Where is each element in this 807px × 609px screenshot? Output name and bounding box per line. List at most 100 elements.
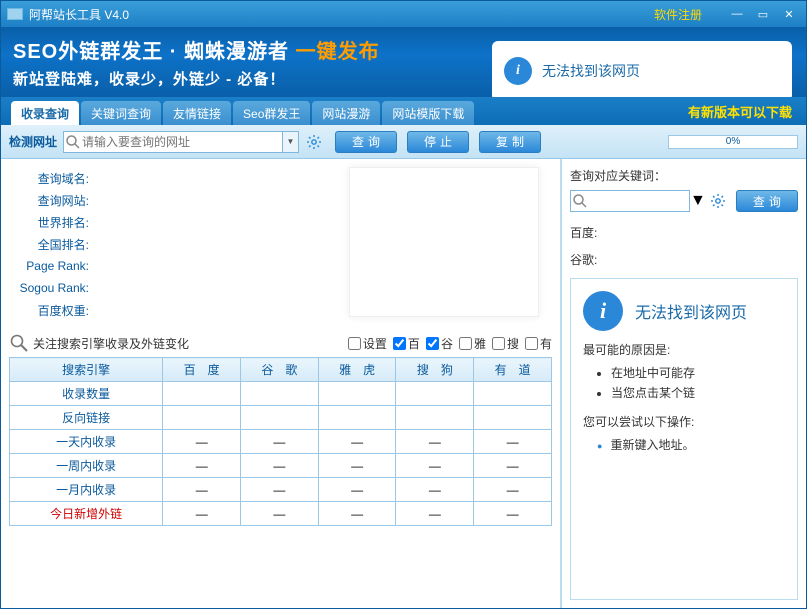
cell: — — [318, 478, 396, 502]
info-baidu-weight-label: 百度权重: — [9, 302, 89, 319]
right-pane: 查询对应关键词： ▼ 查询 百度: 谷歌: i — [561, 159, 806, 608]
table-row: 一天内收录————— — [10, 430, 552, 454]
try-item: 重新键入地址。 — [597, 436, 798, 453]
register-link[interactable]: 软件注册 — [654, 6, 702, 23]
opt-baidu[interactable]: 百 — [393, 335, 420, 352]
info-domain-label: 查询域名: — [9, 170, 89, 187]
info-icon: i — [504, 57, 532, 85]
progress-bar: 0% — [668, 135, 798, 149]
stop-button[interactable]: 停止 — [407, 131, 469, 153]
cell — [318, 382, 396, 406]
search-icon — [64, 133, 82, 151]
cell: — — [163, 502, 241, 526]
filter-text: 关注搜索引擎收录及外链变化 — [33, 335, 342, 352]
cell — [318, 406, 396, 430]
tab-index-query[interactable]: 收录查询 — [11, 101, 79, 125]
url-input-wrap — [63, 131, 283, 153]
copy-button[interactable]: 复制 — [479, 131, 541, 153]
cell: — — [241, 430, 319, 454]
cell — [163, 406, 241, 430]
banner-title: SEO外链群发王 · 蜘蛛漫游者 一键发布 — [13, 35, 380, 64]
cell: — — [474, 454, 552, 478]
minimize-button[interactable]: — — [726, 6, 748, 22]
cell: — — [163, 430, 241, 454]
table-header-row: 搜索引擎 百 度 谷 歌 雅 虎 搜 狗 有 道 — [10, 358, 552, 382]
results-table: 搜索引擎 百 度 谷 歌 雅 虎 搜 狗 有 道 收录数量反向链接一天内收录——… — [9, 357, 552, 526]
keyword-input[interactable] — [589, 191, 669, 211]
cell: — — [396, 454, 474, 478]
col-baidu: 百 度 — [163, 358, 241, 382]
cell: — — [163, 454, 241, 478]
table-row: 反向链接 — [10, 406, 552, 430]
reason-list: 在地址中可能存 当您点击某个链 — [611, 364, 798, 401]
cell — [241, 406, 319, 430]
url-label: 检测网址 — [9, 133, 57, 150]
tab-template-download[interactable]: 网站模版下载 — [382, 101, 474, 125]
tab-keyword-query[interactable]: 关键词查询 — [81, 101, 161, 125]
info-icon: i — [583, 291, 623, 331]
cell — [474, 382, 552, 406]
preview-box — [349, 167, 539, 317]
cell: — — [318, 430, 396, 454]
info-world-rank-label: 世界排名: — [9, 214, 89, 231]
keyword-query-button[interactable]: 查询 — [736, 190, 798, 212]
info-cn-rank-label: 全国排名: — [9, 236, 89, 253]
banner-title-b: 一键发布 — [296, 41, 380, 63]
cell — [396, 382, 474, 406]
maximize-button[interactable]: ▭ — [752, 6, 774, 22]
opt-google[interactable]: 谷 — [426, 335, 453, 352]
toolbar: 检测网址 ▼ 查询 停止 复制 0% — [1, 125, 806, 159]
search-icon — [571, 191, 589, 211]
tab-friend-links[interactable]: 友情链接 — [163, 101, 231, 125]
opt-yahoo[interactable]: 雅 — [459, 335, 486, 352]
banner-subtitle: 新站登陆难，收录少，外链少 - 必备！ — [13, 68, 380, 89]
filter-row: 关注搜索引擎收录及外链变化 设置 百 谷 雅 搜 有 — [9, 333, 552, 353]
cell — [163, 382, 241, 406]
tabsbar: 收录查询 关键词查询 友情链接 Seo群发王 网站漫游 网站模版下载 有新版本可… — [1, 97, 806, 125]
cell: — — [396, 502, 474, 526]
opt-youdao[interactable]: 有 — [525, 335, 552, 352]
col-yahoo: 雅 虎 — [318, 358, 396, 382]
cell: — — [241, 454, 319, 478]
table-row: 今日新增外链————— — [10, 502, 552, 526]
left-pane: 查询域名: 查询网站: 世界排名: 全国排名: Page Rank: Sogou… — [1, 159, 561, 608]
table-row: 一周内收录————— — [10, 454, 552, 478]
row-header: 反向链接 — [10, 406, 163, 430]
table-row: 收录数量 — [10, 382, 552, 406]
update-notice[interactable]: 有新版本可以下载 — [688, 102, 792, 121]
gear-icon[interactable] — [710, 193, 726, 209]
cell — [241, 382, 319, 406]
url-input[interactable] — [82, 132, 282, 152]
cell: — — [318, 502, 396, 526]
engine-google: 谷歌: — [570, 251, 798, 268]
row-header: 一天内收录 — [10, 430, 163, 454]
query-button[interactable]: 查询 — [335, 131, 397, 153]
cell: — — [396, 430, 474, 454]
col-sogou: 搜 狗 — [396, 358, 474, 382]
tab-site-roam[interactable]: 网站漫游 — [312, 101, 380, 125]
error-panel: i 无法找到该网页 最可能的原因是: 在地址中可能存 当您点击某个链 您可以尝试… — [570, 278, 798, 600]
cell: — — [474, 502, 552, 526]
opt-settings[interactable]: 设置 — [348, 335, 387, 352]
banner-card-text: 无法找到该网页 — [542, 61, 640, 81]
reason-heading: 最可能的原因是: — [583, 341, 798, 358]
cell: — — [396, 478, 474, 502]
info-sogourank-label: Sogou Rank: — [9, 281, 89, 295]
keyword-dropdown[interactable]: ▼ — [690, 192, 706, 210]
keyword-label: 查询对应关键词： — [570, 167, 798, 184]
gear-icon[interactable] — [303, 131, 325, 153]
table-row: 一月内收录————— — [10, 478, 552, 502]
close-button[interactable]: ✕ — [778, 6, 800, 22]
keyword-search-row: ▼ 查询 — [570, 190, 798, 212]
tab-seo-mass[interactable]: Seo群发王 — [233, 101, 310, 125]
banner-card: i 无法找到该网页 — [492, 41, 792, 97]
engine-baidu: 百度: — [570, 224, 798, 241]
cell: — — [474, 430, 552, 454]
app-title: 阿帮站长工具 V4.0 — [29, 6, 654, 23]
row-header: 收录数量 — [10, 382, 163, 406]
info-site-label: 查询网站: — [9, 192, 89, 209]
col-engine: 搜索引擎 — [10, 358, 163, 382]
url-dropdown[interactable]: ▼ — [283, 131, 299, 153]
opt-sogou[interactable]: 搜 — [492, 335, 519, 352]
app-window: 阿帮站长工具 V4.0 软件注册 — ▭ ✕ SEO外链群发王 · 蜘蛛漫游者 … — [0, 0, 807, 609]
